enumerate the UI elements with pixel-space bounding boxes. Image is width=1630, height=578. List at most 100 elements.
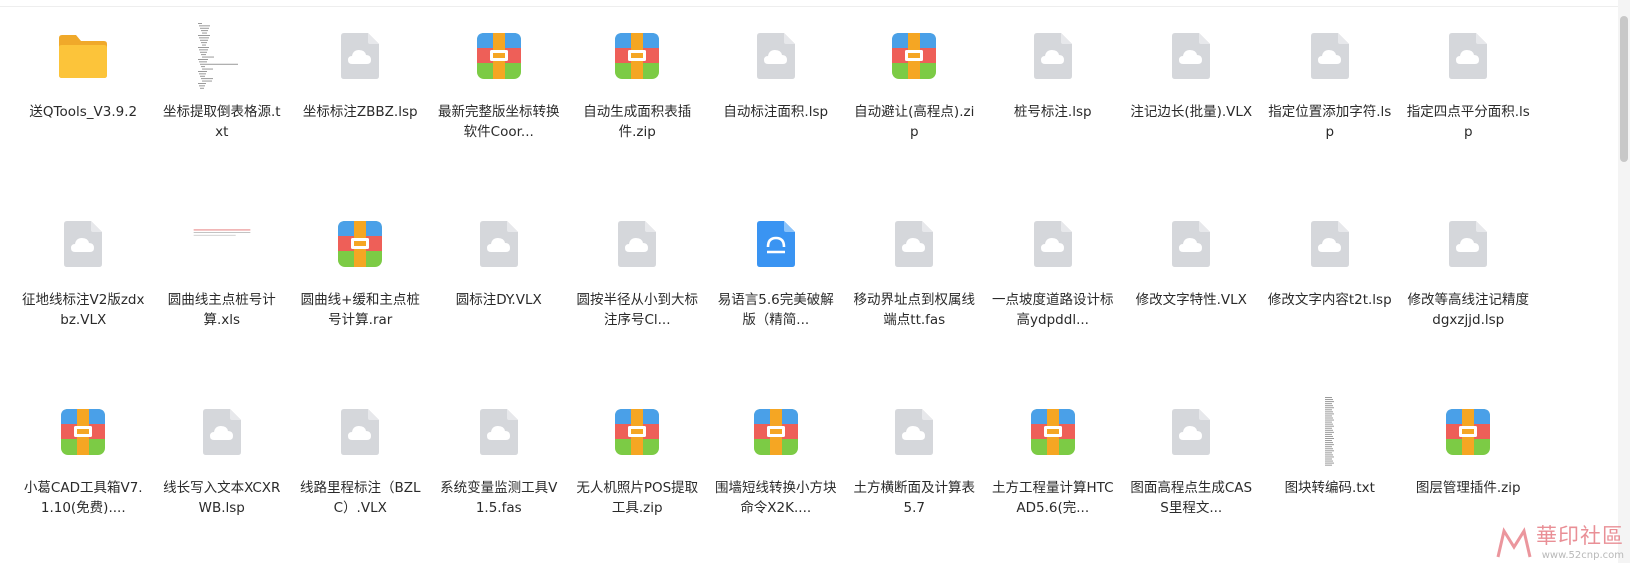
file-name: 最新完整版坐标转换软件Coor... [438, 104, 560, 140]
archive-icon [1021, 400, 1085, 464]
file-name: 圆曲线主点桩号计算.xls [167, 292, 276, 328]
file-item[interactable]: 围墙短线转换小方块命令X2K.... [707, 390, 846, 578]
cloud-file-icon [605, 212, 669, 276]
file-name: 线路里程标注（BZLC）.VLX [299, 480, 421, 516]
file-item[interactable]: 无人机照片POS提取工具.zip [568, 390, 707, 578]
xls-preview-icon [190, 212, 254, 276]
cloud-file-icon [328, 400, 392, 464]
file-item[interactable]: 注记边长(批量).VLX [1122, 14, 1261, 202]
file-item[interactable]: 最新完整版坐标转换软件Coor... [430, 14, 569, 202]
cloud-file-icon [1159, 212, 1223, 276]
cloud-file-icon [467, 400, 531, 464]
watermark-text: 華印社區 [1536, 524, 1624, 548]
file-name: 系统变量监测工具V1.5.fas [440, 480, 558, 516]
file-name: 指定位置添加字符.lsp [1268, 104, 1392, 140]
file-name: 围墙短线转换小方块命令X2K.... [715, 480, 837, 516]
file-item[interactable]: 一点坡度道路设计标高ydpddl... [984, 202, 1123, 390]
file-item[interactable]: 小葛CAD工具箱V7.1.10(免费).... [14, 390, 153, 578]
file-name: 图层管理插件.zip [1415, 480, 1521, 496]
file-name: 征地线标注V2版zdxbz.VLX [22, 292, 145, 328]
cloud-file-icon [1159, 400, 1223, 464]
cloud-file-icon [1159, 24, 1223, 88]
file-item[interactable]: 自动生成面积表插件.zip [568, 14, 707, 202]
file-name: 圆标注DY.VLX [455, 292, 542, 308]
file-item[interactable]: 修改文字特性.VLX [1122, 202, 1261, 390]
file-item[interactable]: 修改等高线注记精度dgxzjjd.lsp [1399, 202, 1538, 390]
file-name: 坐标标注ZBBZ.lsp [302, 104, 418, 120]
file-item[interactable]: 圆标注DY.VLX [430, 202, 569, 390]
file-item[interactable]: 圆按半径从小到大标注序号Cl... [568, 202, 707, 390]
file-item[interactable]: 坐标提取倒表格源.txt [153, 14, 292, 202]
archive-icon [605, 24, 669, 88]
file-name: 易语言5.6完美破解版（精简... [717, 292, 834, 328]
file-item[interactable]: 土方工程量计算HTCAD5.6(完... [984, 390, 1123, 578]
archive-icon [328, 212, 392, 276]
file-name: 土方工程量计算HTCAD5.6(完... [991, 480, 1114, 516]
archive-icon [744, 400, 808, 464]
file-item[interactable]: 桩号标注.lsp [984, 14, 1123, 202]
cloud-file-icon [51, 212, 115, 276]
file-name: 土方横断面及计算表5.7 [853, 480, 976, 516]
file-item[interactable]: 土方横断面及计算表5.7 [845, 390, 984, 578]
file-item[interactable]: 圆曲线+缓和主点桩号计算.rar [291, 202, 430, 390]
file-item[interactable]: 征地线标注V2版zdxbz.VLX [14, 202, 153, 390]
file-item[interactable]: 系统变量监测工具V1.5.fas [430, 390, 569, 578]
file-name: 图块转编码.txt [1284, 480, 1375, 496]
cloud-file-icon [1021, 24, 1085, 88]
archive-icon [467, 24, 531, 88]
archive-icon [51, 400, 115, 464]
file-name: 圆按半径从小到大标注序号Cl... [576, 292, 699, 328]
cloud-file-icon [1436, 212, 1500, 276]
file-name: 自动避让(高程点).zip [854, 104, 975, 140]
file-item[interactable]: 图面高程点生成CASS里程文... [1122, 390, 1261, 578]
watermark-url: www.52cnp.com [1541, 550, 1624, 561]
cloud-file-icon [190, 400, 254, 464]
file-item[interactable]: 送QTools_V3.9.2 [14, 14, 153, 202]
file-item[interactable]: 指定位置添加字符.lsp [1261, 14, 1400, 202]
file-name: 注记边长(批量).VLX [1130, 104, 1253, 120]
file-grid: 送QTools_V3.9.2 坐标提取倒表格源.txt 坐标标注ZBBZ.lsp… [14, 14, 1538, 578]
file-name: 修改文字特性.VLX [1135, 292, 1247, 308]
file-name: 修改等高线注记精度dgxzjjd.lsp [1407, 292, 1530, 328]
txt-preview-icon [190, 23, 254, 89]
file-item[interactable]: 移动界址点到权属线端点tt.fas [845, 202, 984, 390]
scrollbar-thumb[interactable] [1620, 16, 1628, 162]
cloud-file-icon [467, 212, 531, 276]
file-name: 指定四点平分面积.lsp [1406, 104, 1530, 140]
file-item[interactable]: 线长写入文本XCXRWB.lsp [153, 390, 292, 578]
folder-icon [51, 24, 115, 88]
cloud-file-icon [1298, 24, 1362, 88]
file-name: 桩号标注.lsp [1013, 104, 1092, 120]
cloud-file-icon [328, 24, 392, 88]
file-item[interactable]: 自动避让(高程点).zip [845, 14, 984, 202]
file-name: 移动界址点到权属线端点tt.fas [853, 292, 976, 328]
file-item[interactable]: 自动标注面积.lsp [707, 14, 846, 202]
archive-icon [882, 24, 946, 88]
watermark-logo-icon [1496, 527, 1532, 558]
file-item[interactable]: 易语言5.6完美破解版（精简... [707, 202, 846, 390]
file-item[interactable]: 线路里程标注（BZLC）.VLX [291, 390, 430, 578]
cloud-file-icon [744, 24, 808, 88]
cloud-file-icon [1436, 24, 1500, 88]
file-name: 小葛CAD工具箱V7.1.10(免费).... [23, 480, 143, 516]
archive-icon [1436, 400, 1500, 464]
file-item[interactable]: 修改文字内容t2t.lsp [1261, 202, 1400, 390]
file-name: 圆曲线+缓和主点桩号计算.rar [300, 292, 420, 328]
watermark: 華印社區 www.52cnp.com [1496, 520, 1624, 561]
installer-icon [744, 212, 808, 276]
file-item[interactable]: 圆曲线主点桩号计算.xls [153, 202, 292, 390]
file-name: 送QTools_V3.9.2 [29, 104, 138, 120]
file-name: 坐标提取倒表格源.txt [162, 104, 281, 140]
top-divider [0, 6, 1620, 7]
file-name: 自动标注面积.lsp [723, 104, 829, 120]
file-name: 一点坡度道路设计标高ydpddl... [992, 292, 1114, 328]
vertical-scrollbar[interactable] [1618, 0, 1630, 563]
txt-column-preview-icon [1298, 397, 1362, 466]
cloud-file-icon [882, 212, 946, 276]
file-name: 自动生成面积表插件.zip [583, 104, 692, 140]
file-name: 无人机照片POS提取工具.zip [576, 480, 699, 516]
file-item[interactable]: 图块转编码.txt [1261, 390, 1400, 578]
file-item[interactable]: 坐标标注ZBBZ.lsp [291, 14, 430, 202]
file-item[interactable]: 指定四点平分面积.lsp [1399, 14, 1538, 202]
cloud-file-icon [1021, 212, 1085, 276]
